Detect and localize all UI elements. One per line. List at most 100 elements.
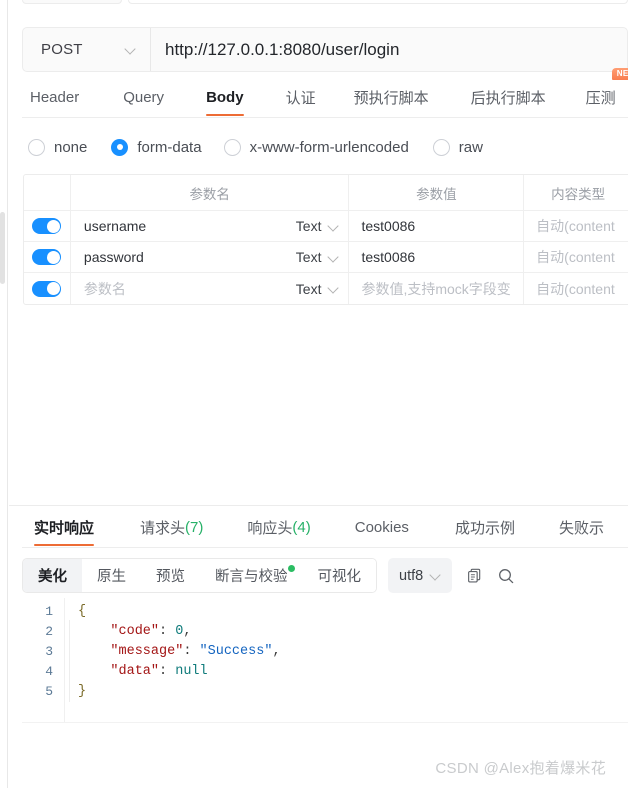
radio-label: x-www-form-urlencoded — [249, 138, 409, 156]
line-number: 3 — [45, 644, 53, 659]
chevron-down-icon — [328, 221, 339, 232]
chevron-down-icon — [430, 570, 441, 581]
radio-label: raw — [458, 138, 483, 156]
request-tab-认证[interactable]: 认证 — [286, 78, 316, 116]
view-mode-断言与校验[interactable]: 断言与校验 — [200, 559, 303, 592]
request-tab-Body[interactable]: Body — [206, 78, 244, 116]
json-colon: : — [159, 624, 176, 639]
response-section-divider — [9, 505, 628, 506]
param-value-input[interactable]: 参数值,支持mock字段变 — [361, 279, 510, 299]
view-mode-可视化[interactable]: 可视化 — [302, 559, 376, 592]
encoding-select[interactable]: utf8 — [388, 558, 453, 593]
body-type-radio-form-data[interactable]: form-data — [111, 138, 202, 156]
response-tab-count: (4) — [292, 518, 311, 536]
url-bar: POST http://127.0.0.1:8080/user/login — [22, 27, 628, 72]
search-icon[interactable] — [497, 567, 515, 585]
view-mode-美化[interactable]: 美化 — [23, 559, 82, 592]
table-row: password Text test0086 自动(content — [24, 242, 628, 273]
params-table: 参数名 参数值 内容类型 username Text test0086 自动(cont… — [23, 174, 628, 305]
param-value-cell: 参数值,支持mock字段变 — [349, 273, 525, 304]
watermark: CSDN @Alex抱着爆米花 — [435, 760, 606, 777]
header-cell-content-type: 内容类型 — [551, 186, 606, 202]
view-mode-label: 断言与校验 — [215, 569, 288, 585]
left-scrollbar-thumb[interactable] — [0, 212, 5, 284]
param-type-select[interactable]: Text — [296, 218, 340, 234]
response-tab-label: 实时响应 — [34, 519, 95, 537]
request-tab-label: 压测 — [585, 89, 616, 107]
param-type-select[interactable]: Text — [296, 281, 340, 297]
request-tab-预执行脚本[interactable]: 预执行脚本 — [354, 78, 429, 116]
body-type-radio-x-www-form-urlencoded[interactable]: x-www-form-urlencoded — [223, 138, 409, 156]
header-cell-toggle — [24, 175, 71, 210]
line-number: 2 — [45, 624, 53, 639]
code-line: "code": 0, — [78, 622, 628, 642]
response-tab-响应头[interactable]: 响应头 (4) — [247, 508, 310, 546]
param-content-type-input[interactable]: 自动(content — [536, 216, 615, 236]
json-key: "code" — [110, 624, 160, 639]
param-name-input[interactable]: 参数名 — [84, 279, 126, 299]
param-name-cell: password Text — [71, 242, 350, 272]
line-number: 1 — [45, 604, 53, 619]
chevron-down-icon — [328, 283, 339, 294]
url-input[interactable]: http://127.0.0.1:8080/user/login — [151, 28, 627, 71]
view-mode-label: 原生 — [97, 569, 126, 585]
row-enable-cell — [24, 242, 71, 272]
header-cell-param-name: 参数名 — [189, 186, 230, 202]
request-tab-label: Header — [30, 88, 80, 106]
param-name-cell: username Text — [71, 211, 350, 241]
code-line: } — [78, 682, 628, 702]
request-tab-压测[interactable]: 压测 NEW — [585, 68, 628, 116]
request-tab-后执行脚本[interactable]: 后执行脚本 — [471, 78, 546, 116]
response-tab-失败示[interactable]: 失败示 — [559, 508, 604, 546]
row-enable-toggle[interactable] — [32, 280, 62, 297]
radio-label: none — [54, 138, 88, 156]
new-badge: NEW — [611, 68, 628, 80]
json-comma: , — [183, 624, 192, 639]
body-type-radio-none[interactable]: none — [28, 138, 88, 156]
request-tab-Query[interactable]: Query — [123, 78, 164, 116]
view-mode-segmented: 美化 原生 预览 断言与校验 可视化 — [22, 558, 377, 593]
copy-icon[interactable] — [466, 567, 483, 584]
radio-indicator — [432, 138, 450, 156]
param-content-type-input[interactable]: 自动(content — [536, 279, 615, 299]
chevron-down-icon — [328, 252, 339, 263]
view-mode-label: 可视化 — [317, 569, 362, 585]
view-mode-预览[interactable]: 预览 — [141, 559, 200, 592]
param-value-input[interactable]: test0086 — [361, 249, 415, 265]
row-enable-cell — [24, 273, 71, 304]
response-tabs: 实时响应 请求头 (7) 响应头 (4) Cookies 成功示例 失败示 — [22, 508, 628, 548]
row-enable-toggle[interactable] — [32, 218, 62, 234]
header-cell-param-value: 参数值 — [416, 186, 457, 202]
radio-label: form-data — [137, 138, 202, 156]
param-name-input[interactable]: username — [84, 218, 146, 234]
line-number: 5 — [45, 684, 53, 699]
request-tab-label: 预执行脚本 — [353, 89, 429, 107]
param-value-cell: test0086 — [349, 211, 525, 241]
body-type-radio-raw[interactable]: raw — [432, 138, 483, 156]
response-tab-实时响应[interactable]: 实时响应 — [34, 508, 95, 546]
request-tab-Header[interactable]: Header — [30, 78, 79, 116]
response-tab-count: (7) — [185, 518, 204, 536]
param-type-label: Text — [295, 218, 322, 234]
param-value-input[interactable]: test0086 — [361, 218, 415, 234]
json-colon: : — [183, 644, 200, 659]
param-name-input[interactable]: password — [84, 249, 144, 265]
response-tab-Cookies[interactable]: Cookies — [355, 508, 409, 546]
view-mode-原生[interactable]: 原生 — [82, 559, 141, 592]
response-tab-成功示例[interactable]: 成功示例 — [455, 508, 515, 546]
param-type-select[interactable]: Text — [296, 249, 340, 265]
param-name-cell: 参数名 Text — [71, 273, 350, 304]
http-method-select[interactable]: POST — [23, 28, 151, 71]
request-tab-label: Query — [123, 88, 165, 106]
request-tab-label: Body — [206, 88, 244, 106]
view-mode-label: 预览 — [156, 569, 185, 585]
json-comma: , — [272, 644, 281, 659]
row-enable-toggle[interactable] — [32, 249, 62, 265]
response-tab-请求头[interactable]: 请求头 (7) — [140, 508, 203, 546]
code-content[interactable]: { "code": 0, "message": "Success", "data… — [64, 598, 628, 722]
radio-indicator — [111, 138, 129, 156]
response-body-viewer[interactable]: 1 2 3 4 5 { "code": 0, "message": "Success",… — [22, 598, 628, 722]
response-tab-label: 成功示例 — [454, 519, 515, 537]
param-content-type-input[interactable]: 自动(content — [536, 247, 615, 267]
json-key: "message" — [110, 644, 184, 659]
